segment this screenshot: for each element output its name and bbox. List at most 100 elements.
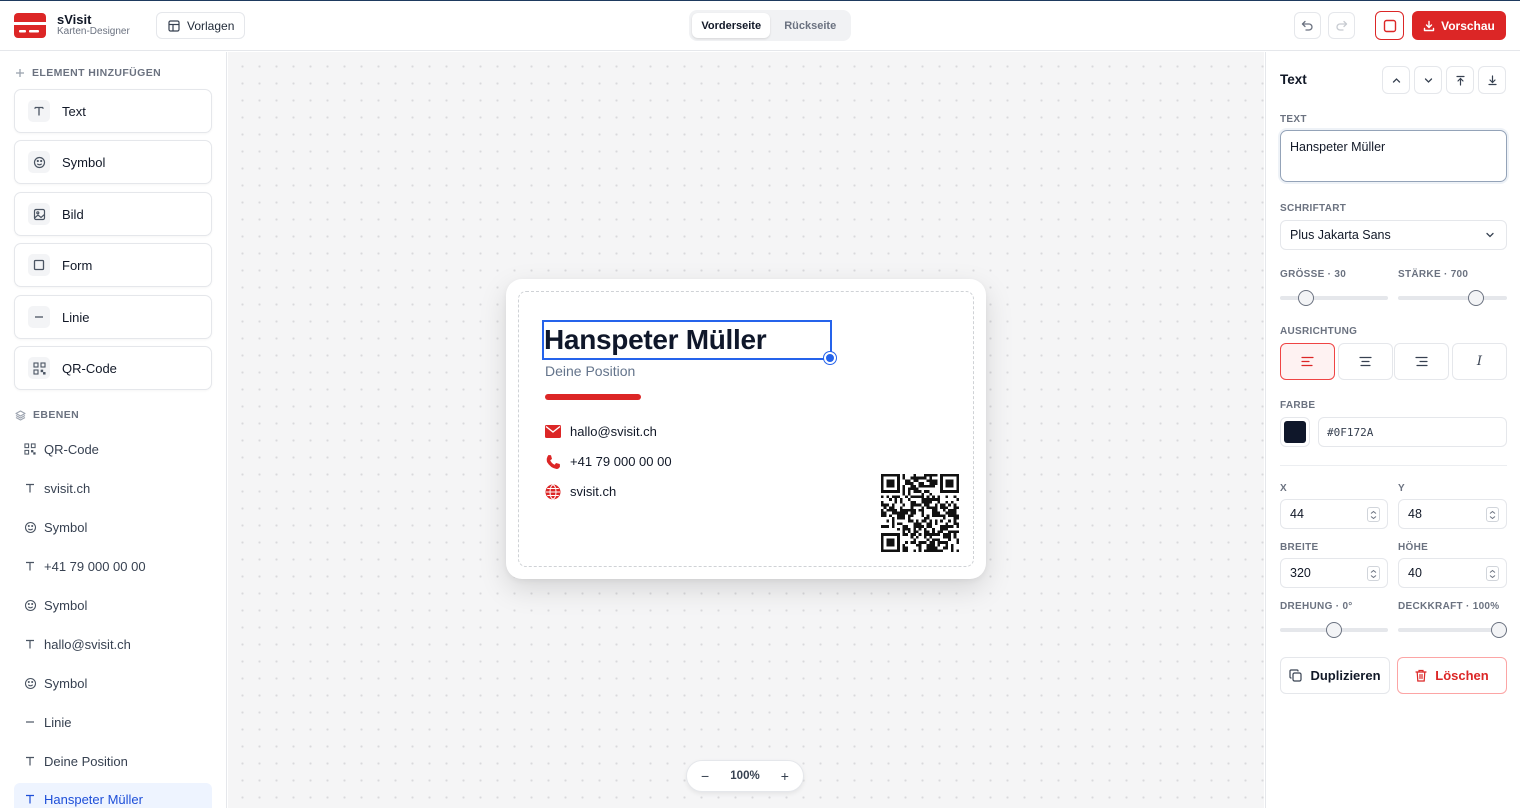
tab-front[interactable]: Vorderseite: [692, 13, 771, 38]
layer-item-symbol[interactable]: Symbol: [14, 667, 212, 699]
card-accent-line[interactable]: [545, 394, 641, 400]
align-right-button[interactable]: [1394, 343, 1449, 380]
delete-button[interactable]: Löschen: [1397, 657, 1507, 694]
card-qr-code[interactable]: [881, 474, 959, 552]
preview-button[interactable]: Vorschau: [1412, 11, 1506, 40]
y-value: 48: [1408, 507, 1422, 521]
layer-item-name[interactable]: Hanspeter Müller: [14, 783, 212, 808]
rotation-label: DREHUNG · 0°: [1280, 601, 1353, 612]
phone-icon[interactable]: [544, 453, 561, 470]
layer-item-email[interactable]: hallo@svisit.ch: [14, 628, 212, 660]
align-center-button[interactable]: [1338, 343, 1393, 380]
alignment-label: AUSRICHTUNG: [1280, 326, 1358, 337]
opacity-slider[interactable]: [1398, 622, 1507, 638]
size-slider[interactable]: [1280, 290, 1388, 306]
text-field-label: TEXT: [1280, 114, 1307, 125]
color-swatch-fill: [1284, 421, 1306, 443]
layer-item-position[interactable]: Deine Position: [14, 745, 212, 777]
layer-label: QR-Code: [44, 441, 99, 457]
card-email-row: hallo@svisit.ch: [544, 423, 657, 440]
slider-thumb[interactable]: [1467, 290, 1484, 306]
color-label: FARBE: [1280, 400, 1316, 411]
send-to-back-button[interactable]: [1478, 66, 1506, 94]
zoom-in-button[interactable]: +: [781, 768, 789, 784]
font-select[interactable]: Plus Jakarta Sans: [1280, 220, 1507, 250]
add-text-label: Text: [62, 103, 86, 119]
layer-label: svisit.ch: [44, 480, 91, 496]
layer-item-qr-code[interactable]: QR-Code: [14, 433, 212, 465]
undo-button[interactable]: [1294, 12, 1321, 39]
duplicate-button[interactable]: Duplizieren: [1280, 657, 1390, 694]
layer-item-line[interactable]: Linie: [14, 706, 212, 738]
layers-icon: [15, 409, 26, 421]
add-shape-button[interactable]: Form: [14, 243, 212, 287]
width-input[interactable]: 320: [1280, 558, 1388, 588]
x-label: X: [1280, 483, 1287, 494]
card-email-text[interactable]: hallo@svisit.ch: [570, 424, 657, 439]
delete-label: Löschen: [1435, 668, 1489, 683]
layer-item-symbol[interactable]: Symbol: [14, 511, 212, 543]
weight-slider[interactable]: [1398, 290, 1507, 306]
align-center-icon: [1359, 356, 1372, 367]
layer-item-phone[interactable]: +41 79 000 00 00: [14, 550, 212, 582]
business-card[interactable]: Hanspeter Müller Deine Position hallo@sv…: [506, 279, 986, 579]
color-swatch[interactable]: [1280, 417, 1310, 447]
slider-thumb[interactable]: [1326, 622, 1342, 638]
text-icon: [23, 754, 37, 768]
text-input[interactable]: Hanspeter Müller: [1280, 130, 1507, 182]
card-website-text[interactable]: svisit.ch: [570, 484, 616, 499]
design-canvas[interactable]: Hanspeter Müller Deine Position hallo@sv…: [228, 52, 1264, 808]
layer-label: hallo@svisit.ch: [44, 636, 131, 652]
align-left-button[interactable]: [1280, 343, 1335, 380]
rotation-slider[interactable]: [1280, 622, 1388, 638]
card-position-text[interactable]: Deine Position: [545, 363, 635, 379]
color-hex-input[interactable]: #0F172A: [1318, 417, 1507, 447]
text-icon: [23, 481, 37, 495]
bring-to-front-button[interactable]: [1446, 66, 1474, 94]
add-symbol-button[interactable]: Symbol: [14, 140, 212, 184]
width-label: BREITE: [1280, 542, 1319, 553]
add-line-label: Linie: [62, 309, 90, 325]
stepper-icon[interactable]: [1486, 566, 1499, 581]
height-input[interactable]: 40: [1398, 558, 1507, 588]
move-up-button[interactable]: [1382, 66, 1410, 94]
slider-thumb[interactable]: [1298, 290, 1315, 306]
card-phone-text[interactable]: +41 79 000 00 00: [570, 454, 672, 469]
y-input[interactable]: 48: [1398, 499, 1507, 529]
stepper-icon[interactable]: [1486, 507, 1499, 522]
globe-icon[interactable]: [544, 483, 561, 500]
bleed-toggle-button[interactable]: [1375, 11, 1404, 40]
card-website-row: svisit.ch: [544, 483, 616, 500]
add-qr-button[interactable]: QR-Code: [14, 346, 212, 390]
slider-track: [1280, 296, 1388, 300]
redo-icon: [1335, 19, 1348, 32]
app-name: sVisit: [57, 12, 92, 27]
templates-button[interactable]: Vorlagen: [156, 12, 245, 39]
stepper-icon[interactable]: [1367, 507, 1380, 522]
resize-handle[interactable]: [824, 352, 836, 364]
smiley-icon: [23, 520, 37, 534]
stepper-icon[interactable]: [1367, 566, 1380, 581]
slider-thumb[interactable]: [1491, 622, 1507, 638]
x-value: 44: [1290, 507, 1304, 521]
envelope-icon[interactable]: [544, 423, 561, 440]
plus-icon: [15, 68, 25, 78]
redo-button[interactable]: [1328, 12, 1355, 39]
selection-box[interactable]: [542, 320, 832, 360]
add-image-button[interactable]: Bild: [14, 192, 212, 236]
x-input[interactable]: 44: [1280, 499, 1388, 529]
add-line-button[interactable]: Linie: [14, 295, 212, 339]
top-bar: sVisit Karten-Designer Vorlagen Vorderse…: [0, 0, 1520, 51]
layer-item-symbol[interactable]: Symbol: [14, 589, 212, 621]
add-text-button[interactable]: Text: [14, 89, 212, 133]
line-icon: [23, 715, 37, 729]
italic-button[interactable]: I: [1452, 343, 1507, 380]
layer-item-website[interactable]: svisit.ch: [14, 472, 212, 504]
height-label: HÖHE: [1398, 542, 1429, 553]
align-left-icon: [1301, 356, 1314, 367]
slider-track: [1398, 296, 1507, 300]
tab-back[interactable]: Rückseite: [772, 13, 848, 38]
chevron-down-icon: [1423, 75, 1434, 86]
move-down-button[interactable]: [1414, 66, 1442, 94]
zoom-out-button[interactable]: −: [701, 768, 709, 784]
